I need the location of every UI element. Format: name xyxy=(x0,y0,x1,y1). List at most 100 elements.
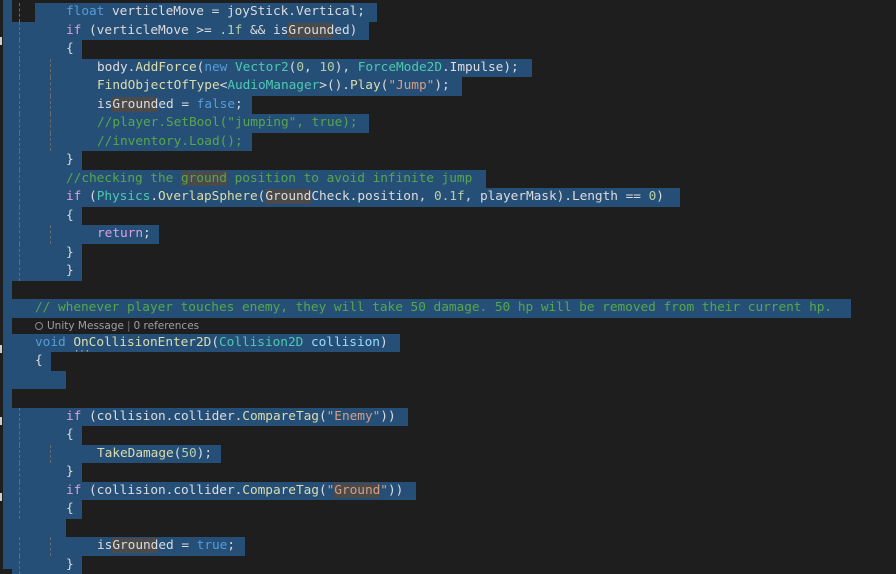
code-token: (collision.collider. xyxy=(81,483,242,498)
indent-guide xyxy=(19,408,20,427)
code-text: //player.SetBool("jumping", true); xyxy=(97,114,358,133)
code-text: { xyxy=(66,207,74,226)
code-line[interactable]: if (verticleMove >= .1f && isGrounded) xyxy=(0,22,896,41)
code-token: "Enemy" xyxy=(327,409,381,424)
code-token: } xyxy=(66,464,74,479)
code-text: } xyxy=(66,151,74,170)
code-token: if xyxy=(66,189,81,204)
code-line[interactable]: } xyxy=(0,151,896,170)
code-line[interactable]: } xyxy=(0,556,896,574)
code-line[interactable]: if (collision.collider.CompareTag("Groun… xyxy=(0,482,896,501)
indent-guide xyxy=(19,96,20,115)
indent-guide xyxy=(19,537,20,556)
reference-highlight: Ground xyxy=(288,23,334,38)
code-line[interactable] xyxy=(0,519,896,538)
code-line[interactable]: // whenever player touches enemy, they w… xyxy=(0,299,896,318)
code-text: isGrounded = false; xyxy=(97,96,243,115)
code-line[interactable] xyxy=(0,389,896,408)
indent-guide xyxy=(19,77,20,96)
indent-guide xyxy=(50,59,51,78)
code-text: } xyxy=(66,244,74,263)
code-text: if (collision.collider.CompareTag("Enemy… xyxy=(66,408,396,427)
indent-guide xyxy=(50,114,51,133)
code-text: //checking the ground position to avoid … xyxy=(66,170,472,189)
code-line[interactable]: { xyxy=(0,40,896,59)
code-line[interactable]: } xyxy=(0,463,896,482)
code-token: } xyxy=(66,152,74,167)
code-token: ed = xyxy=(158,538,196,553)
code-token: " xyxy=(380,483,388,498)
indent-guide xyxy=(50,133,51,152)
code-line[interactable]: { xyxy=(0,207,896,226)
code-token: { xyxy=(66,427,74,442)
code-editor[interactable]: float verticleMove = joyStick.Vertical;i… xyxy=(0,0,896,569)
indent-guide xyxy=(19,556,20,574)
code-line[interactable]: //player.SetBool("jumping", true); xyxy=(0,114,896,133)
code-line[interactable]: return; xyxy=(0,225,896,244)
code-token: new xyxy=(204,60,227,75)
code-line[interactable]: void OnCollisionEnter2D(Collision2D coll… xyxy=(0,334,896,353)
indent-guide xyxy=(50,96,51,115)
code-token: //player.SetBool("jumping", true); xyxy=(97,115,358,130)
code-token: //inventory.Load(); xyxy=(97,134,243,149)
code-token: ( xyxy=(81,189,96,204)
code-line[interactable]: if (Physics.OverlapSphere(GroundCheck.po… xyxy=(0,188,896,207)
code-text: { xyxy=(66,426,74,445)
code-line[interactable]: { xyxy=(0,352,896,371)
code-line[interactable]: FindObjectOfType<AudioManager>().Play("J… xyxy=(0,77,896,96)
code-text: // whenever player touches enemy, they w… xyxy=(35,299,832,318)
reference-highlight: Ground xyxy=(112,97,158,112)
code-line[interactable]: } xyxy=(0,244,896,263)
code-token: CompareTag xyxy=(242,483,319,498)
code-line[interactable]: isGrounded = true; xyxy=(0,537,896,556)
code-line[interactable]: body.AddForce(new Vector2(0, 10), ForceM… xyxy=(0,59,896,78)
code-token: 10 xyxy=(319,60,334,75)
references-link[interactable]: 0 references xyxy=(134,320,200,332)
code-token: 0 xyxy=(296,60,304,75)
code-token: { xyxy=(35,353,43,368)
code-token xyxy=(227,60,235,75)
indent-guide xyxy=(19,482,20,501)
indent-guide xyxy=(19,244,20,263)
code-line[interactable] xyxy=(0,371,896,390)
code-text: //inventory.Load(); xyxy=(97,133,243,152)
code-line[interactable]: { xyxy=(0,426,896,445)
unity-message-label[interactable]: Unity Message xyxy=(47,320,124,332)
indent-guide xyxy=(19,262,20,281)
reference-highlight: ground xyxy=(181,171,227,186)
indent-guide xyxy=(19,500,20,519)
code-token: is xyxy=(97,538,112,553)
indent-guide xyxy=(19,445,20,464)
code-line[interactable] xyxy=(0,281,896,300)
code-token: CompareTag xyxy=(242,409,319,424)
code-line[interactable]: TakeDamage(50); xyxy=(0,445,896,464)
code-token: true xyxy=(197,538,228,553)
code-token: TakeDamage xyxy=(97,446,174,461)
indent-guide xyxy=(19,114,20,133)
code-text: if (Physics.OverlapSphere(GroundCheck.po… xyxy=(66,188,664,207)
margin-marker xyxy=(0,493,2,501)
code-token: ) xyxy=(380,335,388,350)
code-token: verticleMove = joyStick.Vertical; xyxy=(104,4,365,19)
code-line[interactable]: { xyxy=(0,500,896,519)
code-line[interactable]: //inventory.Load(); xyxy=(0,133,896,152)
indent-guide xyxy=(50,77,51,96)
code-token: Play xyxy=(350,78,381,93)
indent-guide xyxy=(19,188,20,207)
codelens[interactable]: Unity Message|0 references xyxy=(35,319,199,334)
code-token: AudioManager xyxy=(227,78,319,93)
code-token: { xyxy=(66,41,74,56)
indent-guide xyxy=(19,207,20,226)
code-token: )) xyxy=(388,483,403,498)
indent-guide xyxy=(19,133,20,152)
code-line[interactable]: float verticleMove = joyStick.Vertical; xyxy=(0,3,896,22)
code-token: body. xyxy=(97,60,135,75)
code-token: (collision.collider. xyxy=(81,409,242,424)
code-line[interactable]: if (collision.collider.CompareTag("Enemy… xyxy=(0,408,896,427)
code-token: float xyxy=(66,4,104,19)
code-line[interactable]: isGrounded = false; xyxy=(0,96,896,115)
code-line[interactable]: //checking the ground position to avoid … xyxy=(0,170,896,189)
selection-highlight xyxy=(12,519,66,538)
code-token: ed = xyxy=(158,97,196,112)
code-line[interactable]: } xyxy=(0,262,896,281)
